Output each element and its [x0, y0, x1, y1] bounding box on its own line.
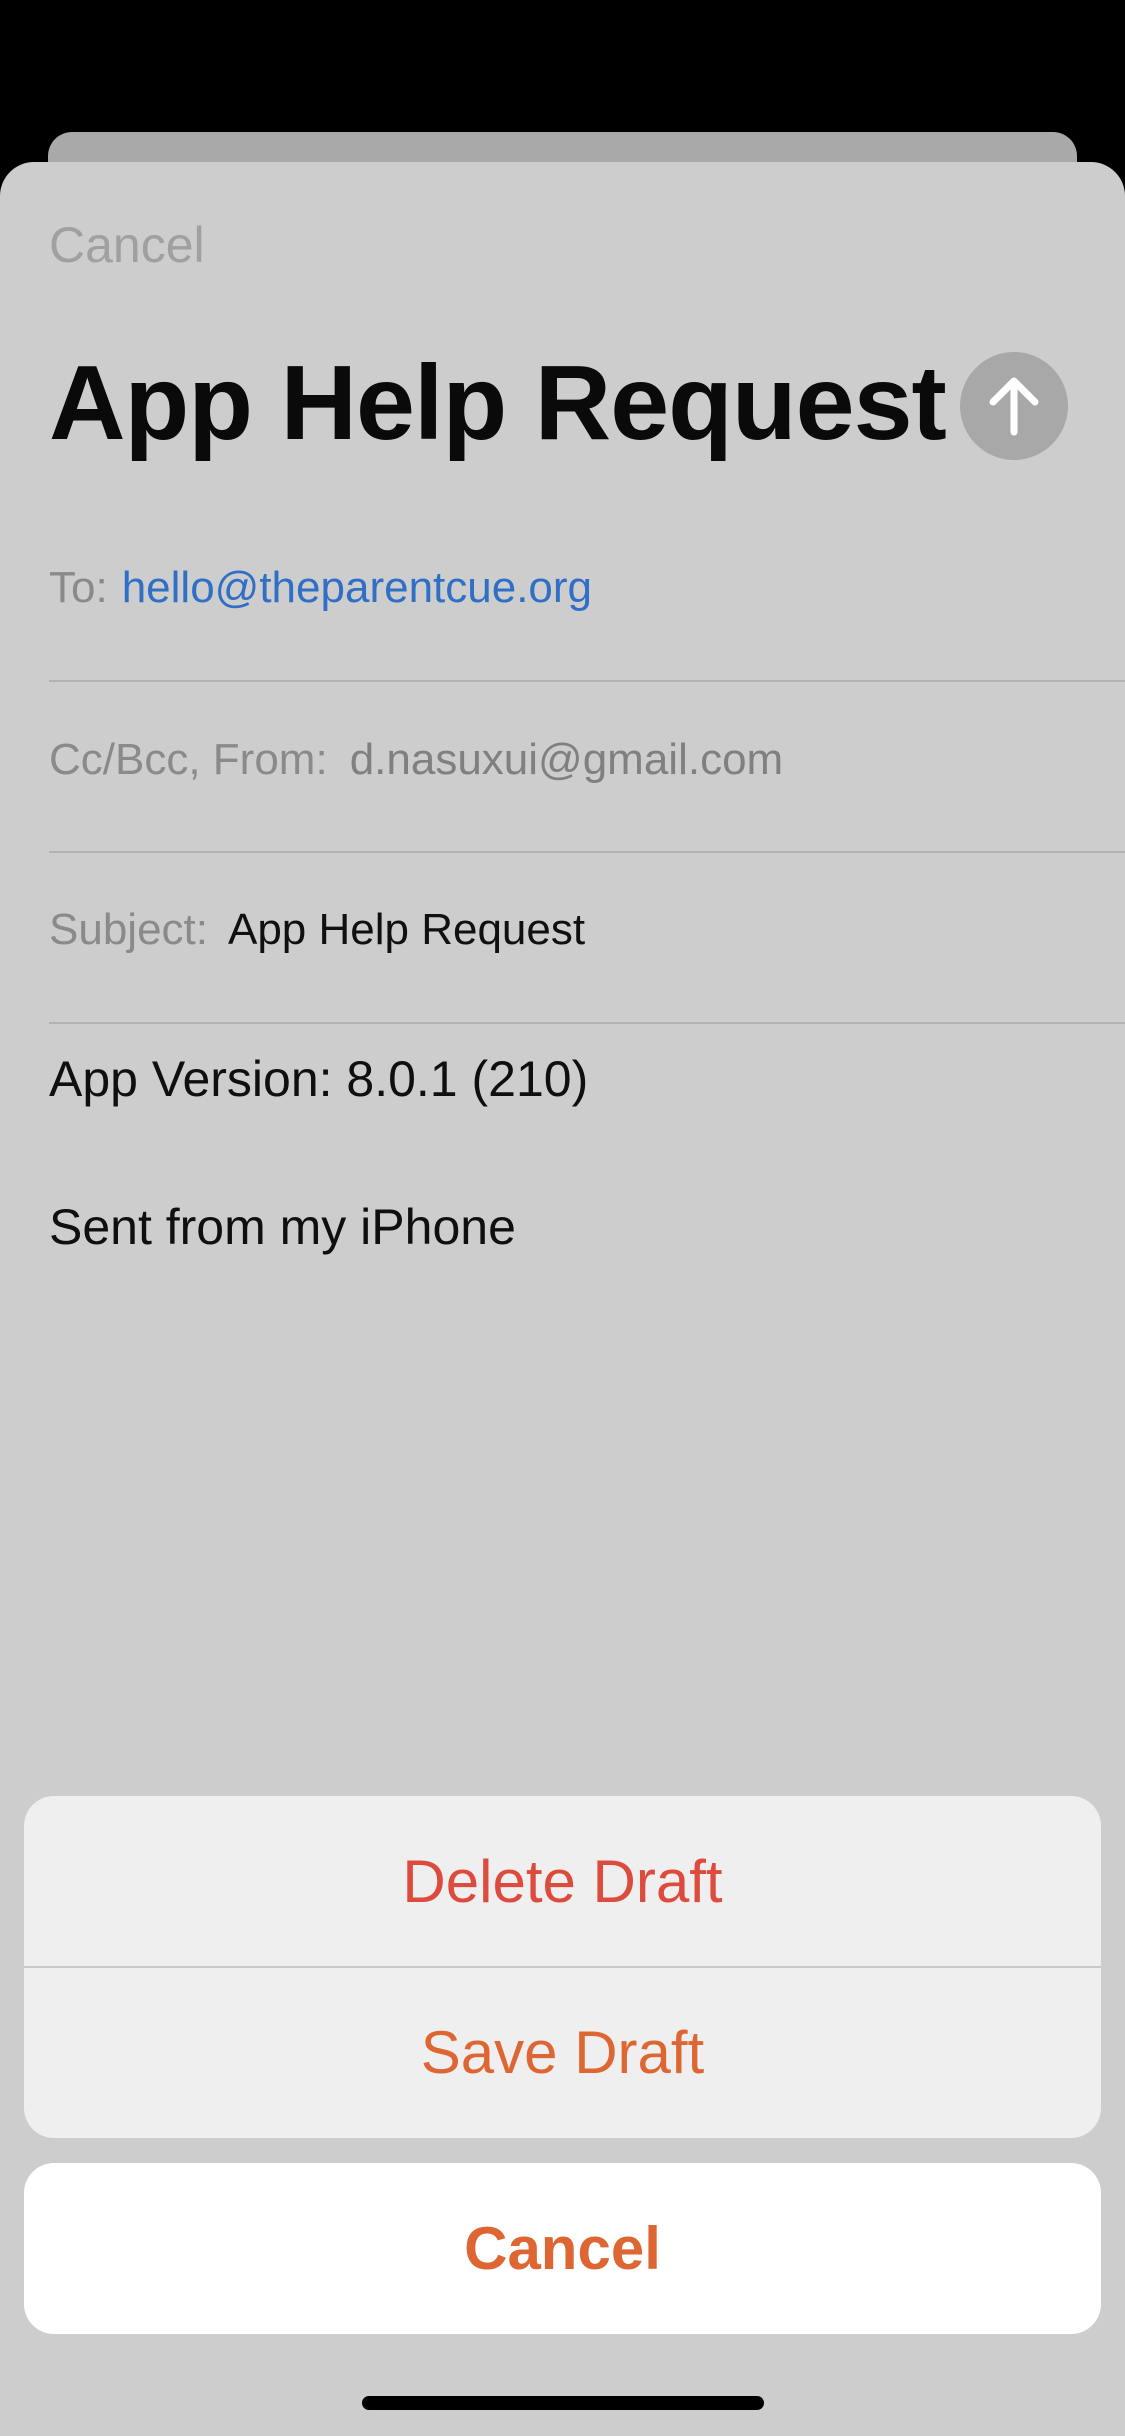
cc-bcc-from-label: Cc/Bcc, From:	[49, 735, 328, 784]
from-address[interactable]: d.nasuxui@gmail.com	[350, 735, 784, 784]
subject-label: Subject:	[49, 905, 208, 954]
divider	[49, 680, 1125, 682]
body-app-version[interactable]: App Version: 8.0.1 (210)	[49, 1054, 588, 1104]
body-signature[interactable]: Sent from my iPhone	[49, 1202, 516, 1252]
subject-input[interactable]: App Help Request	[228, 905, 585, 954]
screen: Cancel App Help Request To: hello@thepare…	[0, 0, 1125, 2436]
arrow-up-icon	[989, 377, 1039, 436]
to-label: To:	[49, 563, 108, 612]
divider	[49, 851, 1125, 853]
compose-title: App Help Request	[49, 344, 947, 462]
cc-bcc-from-row[interactable]: Cc/Bcc, From: d.nasuxui@gmail.com	[49, 738, 1125, 782]
action-sheet-cancel-button[interactable]: Cancel	[24, 2163, 1101, 2334]
save-draft-button[interactable]: Save Draft	[24, 1967, 1101, 2138]
compose-cancel-button[interactable]: Cancel	[49, 220, 205, 270]
home-indicator[interactable]	[362, 2396, 764, 2410]
action-sheet-options: Delete Draft Save Draft	[24, 1796, 1101, 2138]
subject-row[interactable]: Subject: App Help Request	[49, 908, 1125, 952]
divider	[49, 1022, 1125, 1024]
delete-draft-button[interactable]: Delete Draft	[24, 1796, 1101, 1967]
send-button[interactable]	[960, 352, 1068, 460]
to-row[interactable]: To: hello@theparentcue.org	[49, 566, 1125, 610]
to-recipient[interactable]: hello@theparentcue.org	[122, 563, 592, 612]
